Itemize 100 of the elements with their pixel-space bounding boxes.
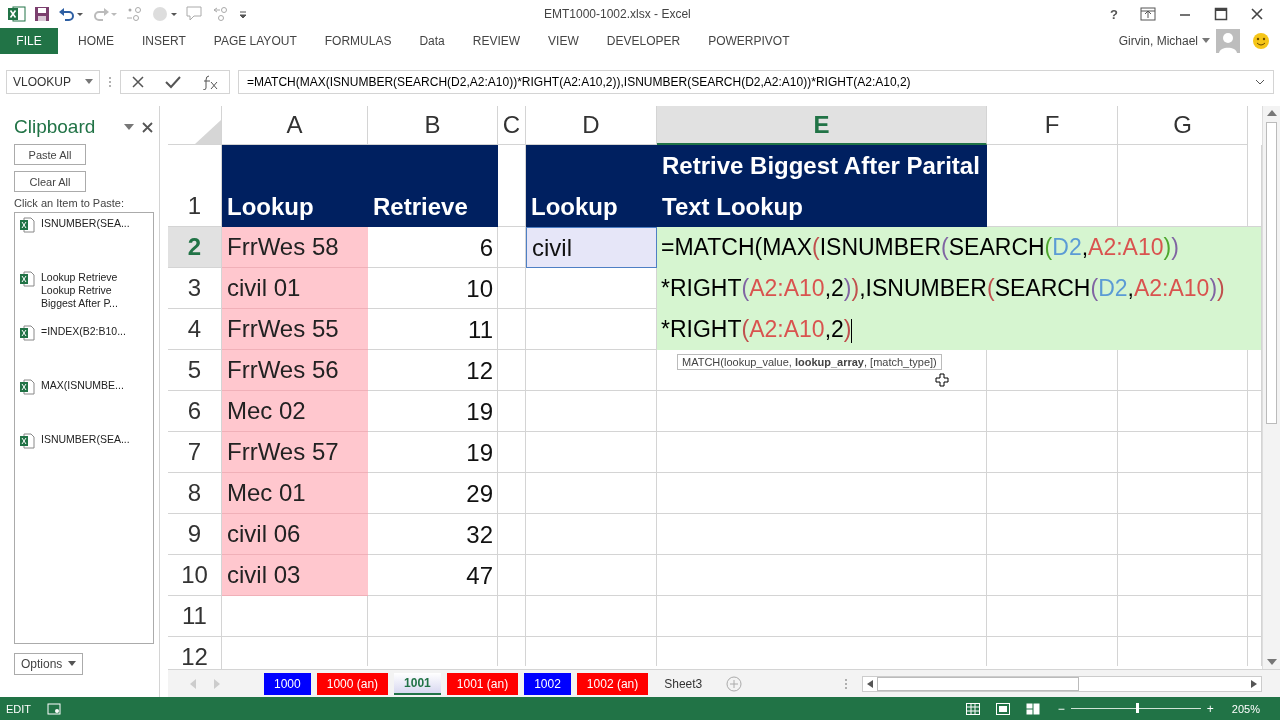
ribbon-tab[interactable]: INSERT [128,28,200,54]
table-cell: Mec 02 [222,391,368,432]
caret-icon[interactable] [85,79,93,85]
cell-editor[interactable]: =MATCH(MAX(ISNUMBER(SEARCH(D2,A2:A10)) *RIGHT(A2:A10,2)),ISNUMBER(SEARCH(D2,A2:A10)) *RIGHT(A2:A10,2) [657,227,1261,350]
table-cell: civil 01 [222,268,368,309]
clipboard-item[interactable]: ISNUMBER(SEA... [41,433,130,446]
table-cell: FrrWes 55 [222,309,368,350]
caret-icon [68,661,77,667]
expand-icon[interactable] [1255,79,1265,85]
column-header[interactable]: D [526,106,657,145]
page-break-icon[interactable] [1025,702,1040,715]
column-header[interactable]: C [498,106,526,145]
table-cell: FrrWes 56 [222,350,368,391]
ribbon-tab[interactable]: VIEW [534,28,593,54]
caret-icon[interactable] [1202,38,1210,44]
formula-field[interactable]: =MATCH(MAX(ISNUMBER(SEARCH(D2,A2:A10))*RIGHT(A2:A10,2)),ISNUMBER(SEARCH(D2,A2:A10))*RIGHT(A2:A10,2) [238,70,1274,94]
scroll-up-icon[interactable] [1266,110,1277,116]
ribbon-tab[interactable]: DEVELOPER [592,28,695,54]
user-name[interactable]: Girvin, Michael [1118,34,1198,48]
header-cell: Lookup [222,145,368,227]
sheet-tab[interactable]: 1002 (an) [576,672,649,695]
column-header[interactable]: G [1118,106,1248,145]
sheet-tab[interactable]: 1002 [524,672,571,695]
column-header[interactable]: E [657,106,987,145]
clipboard-item[interactable]: =INDEX(B2:B10... [41,325,126,338]
function-tooltip: MATCH(lookup_value, lookup_array, [match_type]) [677,354,942,370]
paste-all-button[interactable]: Paste All [14,144,86,165]
header-cell: Retrieve [368,145,498,227]
close-icon[interactable] [142,121,153,133]
maximize-icon[interactable] [1214,7,1228,21]
scroll-down-icon[interactable] [1266,659,1277,665]
sheet-tab[interactable]: 1000 (an) [316,672,389,695]
vertical-scrollbar[interactable] [1262,106,1280,669]
normal-view-icon[interactable] [965,702,980,715]
table-cell: civil [526,227,657,268]
table-cell: Mec 01 [222,473,368,514]
excel-file-icon [19,379,35,395]
page-layout-icon[interactable] [995,702,1010,715]
clipboard-item[interactable]: MAX(ISNUMBE... [41,379,124,392]
sheet-tab[interactable]: 1001 [394,672,441,695]
help-button[interactable]: ? [1110,6,1118,22]
column-header[interactable]: A [222,106,368,145]
excel-file-icon [19,271,35,287]
grip-icon [108,76,112,88]
sheet-tab[interactable]: Sheet3 [654,672,713,695]
excel-logo-icon [8,6,26,22]
enter-icon[interactable] [165,75,181,89]
zoom-level[interactable]: 205% [1231,702,1260,715]
name-box[interactable]: VLOOKUP [6,70,100,94]
row-header[interactable]: 11 [168,596,222,637]
scroll-thumb[interactable] [877,676,1079,691]
pane-title: Clipboard [14,116,97,138]
save-icon[interactable] [34,6,50,22]
table-cell-text: 32 [465,519,494,550]
horizontal-scrollbar[interactable] [862,675,1262,692]
circle-icon[interactable] [152,6,178,22]
options-button[interactable]: Options [14,653,84,675]
undo-icon[interactable] [58,6,84,22]
column-header[interactable]: F [987,106,1118,145]
sheet-tab[interactable]: 1000 [264,672,311,695]
table-cell: FrrWes 58 [222,227,368,268]
window-title: EMT1000-1002.xlsx - Excel [544,7,691,21]
table-cell-text: 6 [478,232,494,263]
ribbon-display-icon[interactable] [1140,7,1156,21]
ribbon-tab[interactable]: FILE [0,28,58,54]
table-cell-text: 19 [465,396,494,427]
ribbon-tab[interactable]: POWERPIVOT [694,28,804,54]
sheet-tab[interactable]: 1001 (an) [446,672,519,695]
smiley-icon[interactable] [1252,32,1270,50]
table-cell-text: 12 [465,355,494,386]
cancel-icon[interactable] [131,75,145,89]
column-header[interactable]: B [368,106,498,145]
table-cell-text: 19 [465,437,494,468]
clipboard-item[interactable]: ISNUMBER(SEA... [41,217,130,230]
table-cell: civil 03 [222,555,368,596]
excel-file-icon [19,217,35,233]
pane-menu-icon[interactable] [124,124,134,130]
cell-cursor-icon [935,373,949,387]
macro-icon[interactable] [47,702,62,715]
mode-indicator: EDIT [6,702,32,715]
clear-all-button[interactable]: Clear All [14,171,86,192]
clipboard-item[interactable]: Lookup Retrieve Lookup Retrive Biggest After P... [41,271,118,310]
row-header[interactable]: 2 [168,227,222,268]
scroll-thumb[interactable] [1266,122,1277,424]
function-icon[interactable] [201,74,219,90]
header-cell: Lookup [526,145,657,227]
ribbon-tab[interactable]: HOME [64,28,128,54]
scroll-left-icon[interactable] [867,679,873,688]
table-cell: civil 06 [222,514,368,555]
table-cell-text: 11 [467,314,494,345]
zoom-in-button[interactable]: + [1204,701,1216,716]
ribbon-tab[interactable]: Data [405,28,459,54]
pane-hint: Click an Item to Paste: [14,197,125,209]
ribbon-tab[interactable]: REVIEW [458,28,535,54]
ribbon-tab[interactable]: FORMULAS [310,28,406,54]
zoom-slider[interactable]: − + [1055,701,1216,716]
zoom-out-button[interactable]: − [1055,701,1067,716]
ribbon-tab[interactable]: PAGE LAYOUT [199,28,311,54]
close-icon[interactable] [1250,7,1264,21]
scroll-right-icon[interactable] [1251,679,1257,688]
